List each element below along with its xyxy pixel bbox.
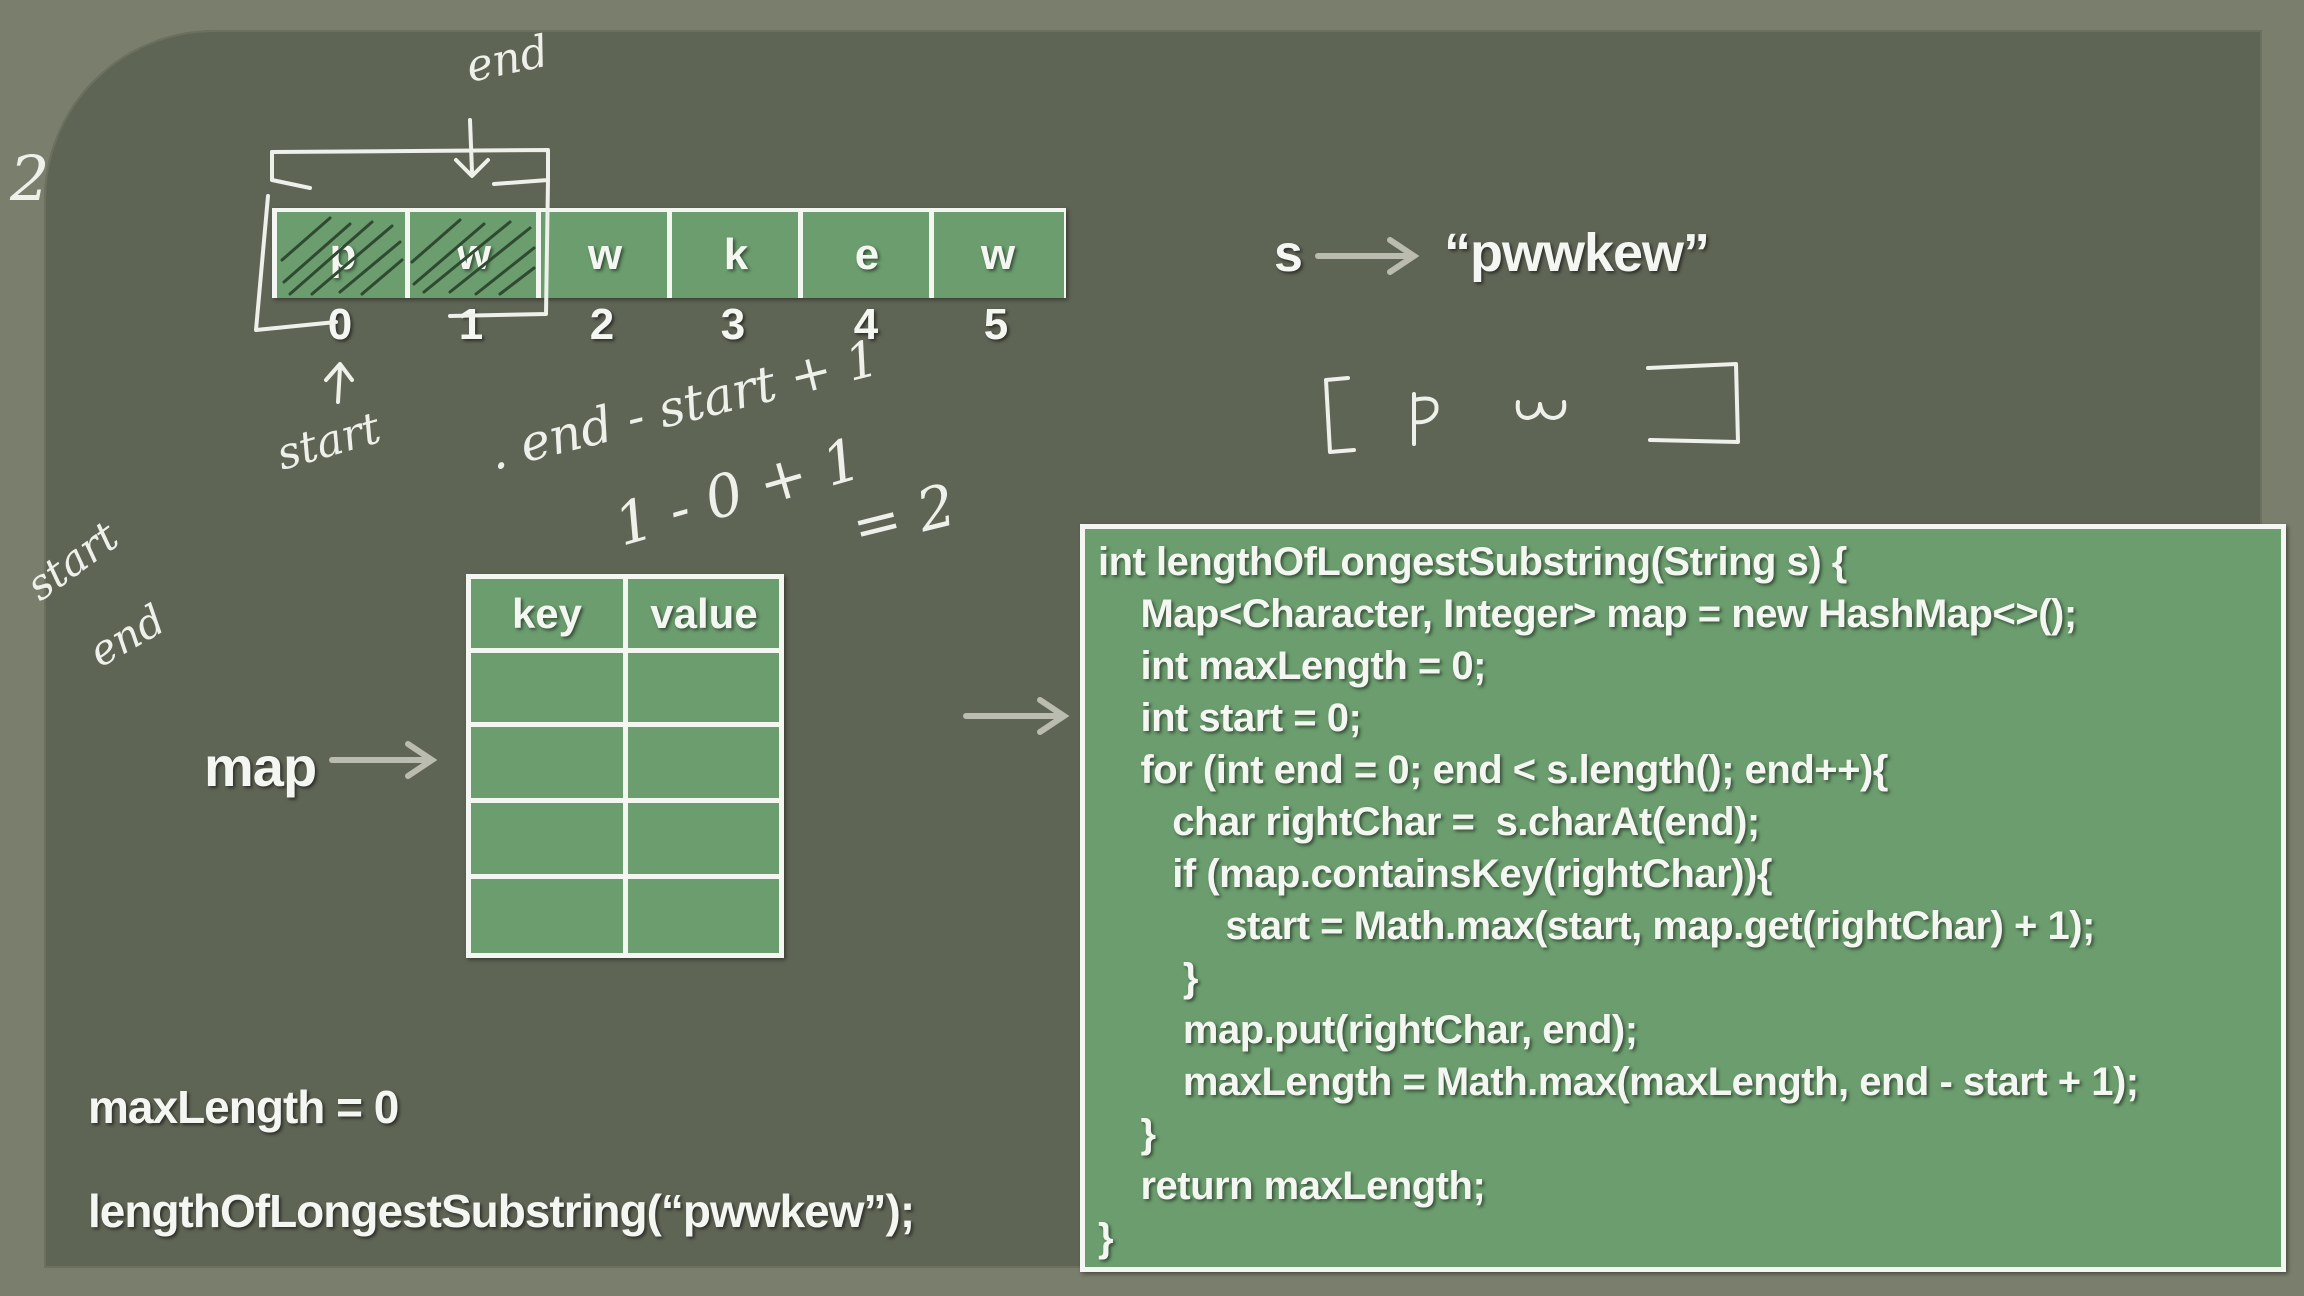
handwritten-notes: end 2 start . end - start + 1 1 - 0 + 1 … [9, 26, 962, 677]
s-arrow [1315, 237, 1420, 275]
window-sketch [1324, 362, 1740, 454]
hatch-marks [280, 216, 536, 296]
slide: p w w k e w 0 1 2 3 4 5 s “pwwkew” map k… [0, 0, 2304, 1296]
note-calc: 1 - 0 + 1 [607, 424, 869, 559]
map-arrow [329, 741, 438, 779]
note-side-end: end [81, 595, 174, 677]
note-start: start [271, 402, 386, 480]
note-two: 2 [9, 142, 49, 215]
annotation-layer: end 2 start . end - start + 1 1 - 0 + 1 … [9, 26, 1740, 779]
note-side-start: start [17, 511, 127, 610]
note-end-top: end [462, 26, 553, 93]
code-arrow [963, 697, 1070, 735]
